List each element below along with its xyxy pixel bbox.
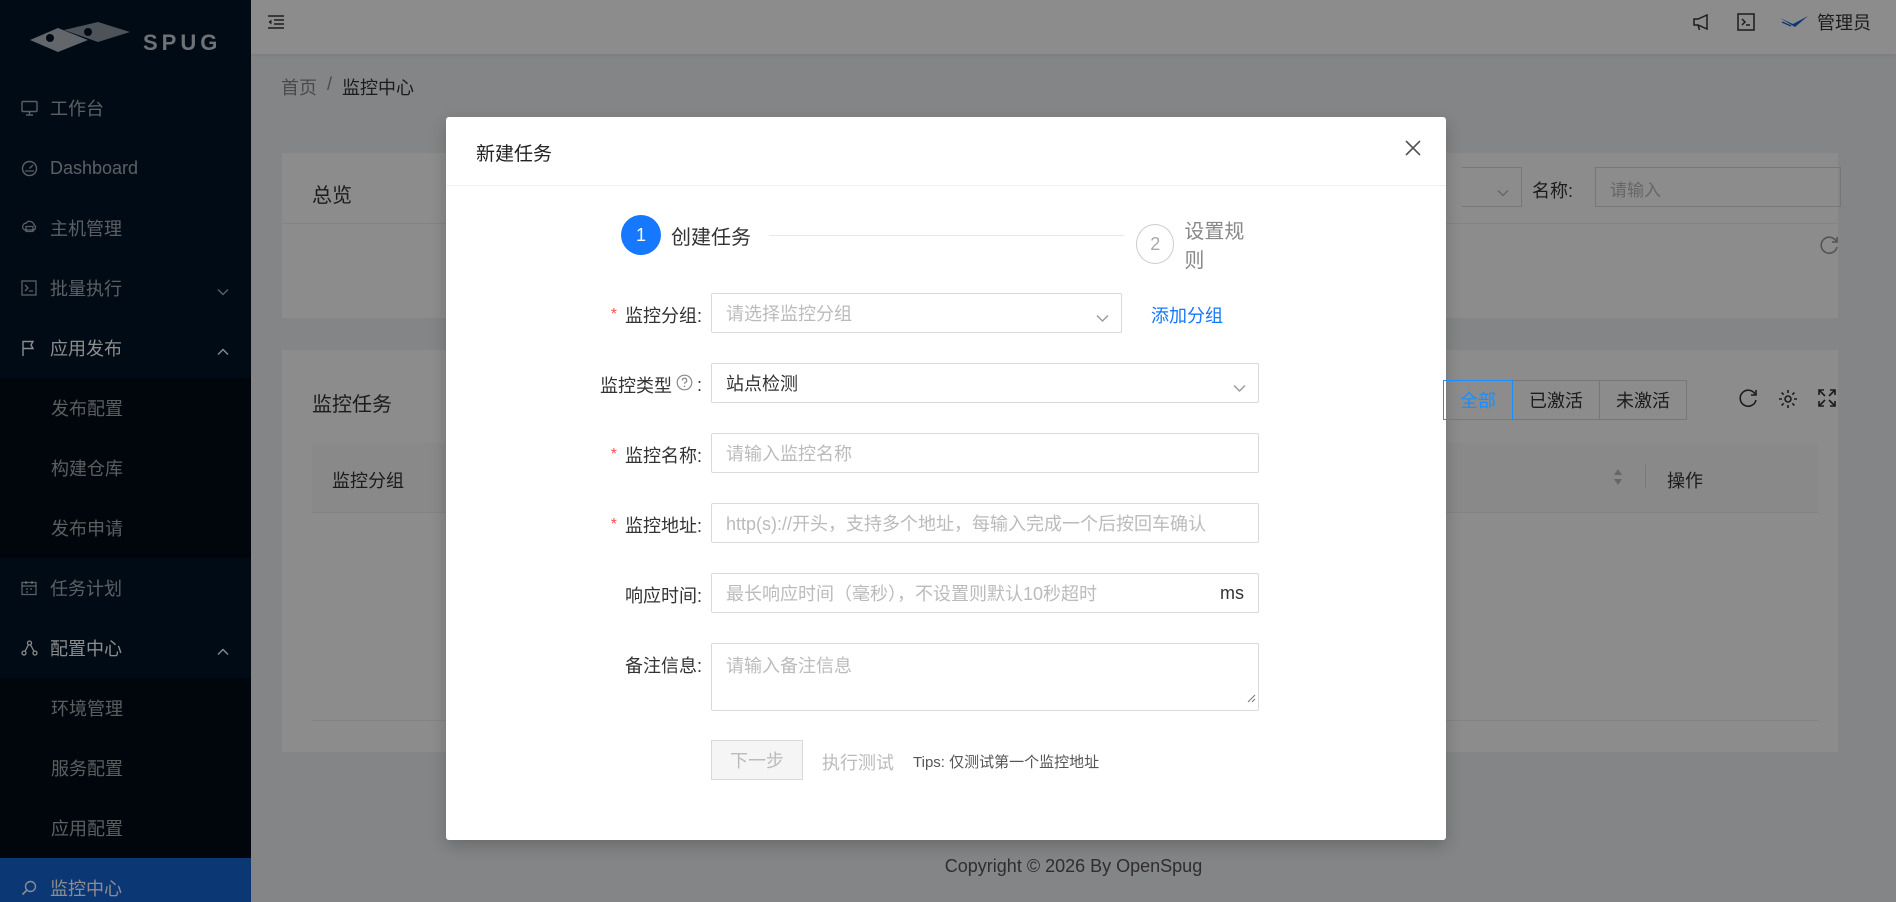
type-label: 监控类型 : xyxy=(600,372,702,398)
group-select[interactable]: 请选择监控分组 xyxy=(711,293,1122,333)
group-label-text: 监控分组: xyxy=(624,306,702,326)
question-circle-icon[interactable] xyxy=(676,374,693,396)
address-input[interactable]: http(s)://开头，支持多个地址，每输入完成一个后按回车确认 xyxy=(711,503,1259,543)
timeout-label: 响应时间: xyxy=(624,586,702,606)
new-task-modal: 新建任务 1 创建任务 2 设置规则 * 监控分组: 请选择监控分组 添加分组 监… xyxy=(446,117,1446,840)
close-icon[interactable] xyxy=(1404,139,1422,162)
type-select[interactable]: 站点检测 xyxy=(711,363,1259,403)
chevron-down-icon xyxy=(1096,307,1109,328)
timeout-input-placeholder: 最长响应时间（毫秒），不设置则默认10秒超时 xyxy=(726,584,1098,604)
step-2-number: 2 xyxy=(1136,224,1175,264)
form-row-name: * 监控名称: 请输入监控名称 xyxy=(446,433,1446,473)
step-1-number: 1 xyxy=(621,215,661,255)
name-input[interactable]: 请输入监控名称 xyxy=(711,433,1259,473)
desc-textarea[interactable]: 请输入备注信息 xyxy=(711,643,1259,711)
form-row-desc: 备注信息: 请输入备注信息 xyxy=(446,643,1446,711)
chevron-down-icon xyxy=(1233,377,1246,398)
next-step-button[interactable]: 下一步 xyxy=(711,740,803,780)
desc-label: 备注信息: xyxy=(624,656,702,676)
form-row-group: * 监控分组: 请选择监控分组 添加分组 xyxy=(446,293,1446,333)
steps: 1 创建任务 2 设置规则 xyxy=(621,215,1261,272)
form-row-address: * 监控地址: http(s)://开头，支持多个地址，每输入完成一个后按回车确认 xyxy=(446,503,1446,543)
form-row-timeout: 响应时间: 最长响应时间（毫秒），不设置则默认10秒超时 ms xyxy=(446,573,1446,613)
test-tips: Tips: 仅测试第一个监控地址 xyxy=(913,754,1100,771)
required-mark: * xyxy=(610,516,617,533)
required-mark: * xyxy=(610,446,617,463)
resize-handle-icon[interactable] xyxy=(1247,687,1256,708)
step-1[interactable]: 1 创建任务 xyxy=(621,215,751,255)
required-mark: * xyxy=(610,306,617,323)
step-2[interactable]: 2 设置规则 xyxy=(1136,215,1261,273)
type-label-colon: : xyxy=(696,374,702,395)
modal-title: 新建任务 xyxy=(476,144,553,165)
form-row-type: 监控类型 : 站点检测 xyxy=(446,363,1446,403)
run-test-button[interactable]: 执行测试 xyxy=(822,749,894,775)
name-label-text: 监控名称: xyxy=(624,446,702,466)
modal-header: 新建任务 xyxy=(446,117,1446,186)
timeout-suffix: ms xyxy=(1220,583,1244,603)
step-connector xyxy=(769,235,1124,236)
address-label: * 监控地址: xyxy=(611,512,702,538)
group-select-placeholder: 请选择监控分组 xyxy=(726,304,852,324)
step-1-label: 创建任务 xyxy=(671,226,751,249)
type-label-text: 监控类型 xyxy=(599,376,672,396)
group-label: * 监控分组: xyxy=(611,302,702,328)
desc-textarea-placeholder: 请输入备注信息 xyxy=(726,656,852,676)
name-label: * 监控名称: xyxy=(611,442,702,468)
type-select-value: 站点检测 xyxy=(726,374,798,394)
timeout-input[interactable]: 最长响应时间（毫秒），不设置则默认10秒超时 ms xyxy=(711,573,1259,613)
address-label-text: 监控地址: xyxy=(624,516,702,536)
step-2-label: 设置规则 xyxy=(1184,221,1245,272)
add-group-link[interactable]: 添加分组 xyxy=(1151,302,1223,328)
filter-all[interactable]: 全部 xyxy=(1443,380,1513,420)
